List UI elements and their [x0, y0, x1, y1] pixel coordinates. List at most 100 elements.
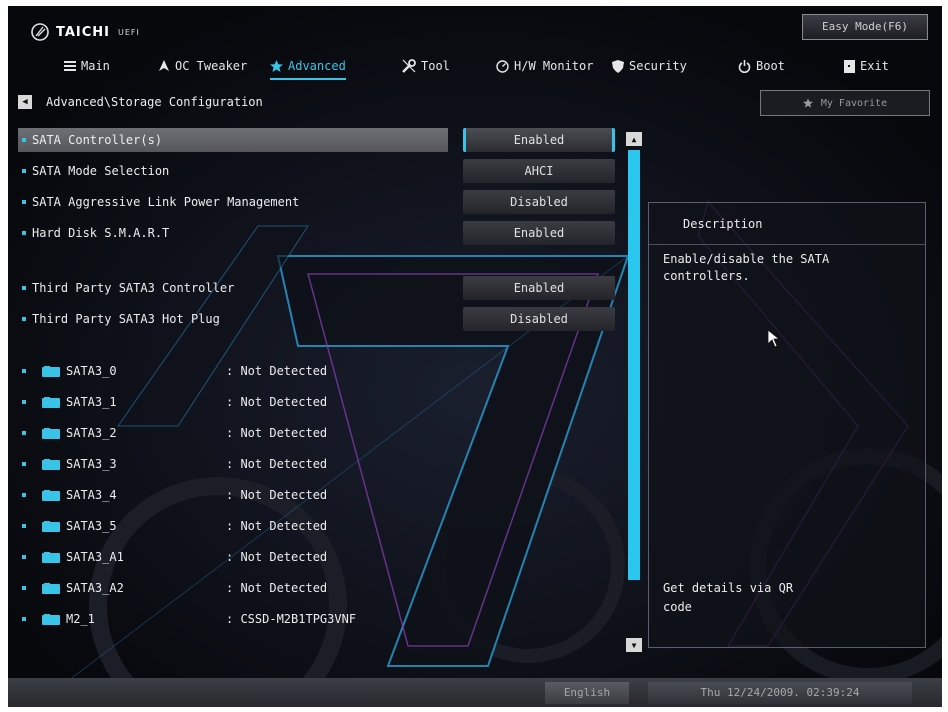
brand-logo: TAICHI UEFI	[30, 20, 140, 44]
drive-icon	[42, 582, 60, 594]
disk-name: SATA3_0	[66, 364, 117, 378]
disk-row: SATA3_3 : Not Detected	[18, 453, 518, 475]
bullet-icon	[22, 317, 26, 321]
tab-hw-monitor-label: H/W Monitor	[514, 59, 594, 73]
breadcrumb-path: Advanced\Storage Configuration	[46, 95, 263, 109]
qr-hint: Get details via QR code	[663, 581, 794, 614]
list-icon	[64, 61, 76, 71]
brand-suffix: UEFI	[118, 27, 140, 37]
monitor-gauge-icon	[496, 59, 509, 73]
description-title: Description	[649, 203, 925, 245]
tab-advanced-label: Advanced	[288, 59, 346, 73]
bullet-icon	[22, 586, 26, 590]
scroll-down-icon[interactable]: ▼	[626, 638, 642, 652]
disk-status: : CSSD-M2B1TPG3VNF	[226, 612, 357, 626]
description-text: Enable/disable the SATA controllers.	[663, 252, 830, 283]
bullet-icon	[22, 493, 26, 497]
language-button[interactable]: English	[545, 682, 629, 704]
sata-controllers-value[interactable]: Enabled	[463, 128, 615, 152]
sata-mode-value[interactable]: AHCI	[463, 159, 615, 183]
disk-row: SATA3_1 : Not Detected	[18, 391, 518, 413]
disk-status: : Not Detected	[226, 488, 328, 502]
bullet-icon	[22, 138, 26, 142]
setting-label: Third Party SATA3 Controller	[32, 281, 235, 295]
setting-label: Hard Disk S.M.A.R.T	[32, 226, 170, 240]
setting-sata-controllers[interactable]: SATA Controller(s)	[18, 128, 448, 152]
tab-exit-label: Exit	[860, 59, 889, 73]
disk-row: SATA3_A1 : Not Detected	[18, 546, 518, 568]
disk-name: SATA3_5	[66, 519, 117, 533]
tab-main-label: Main	[81, 59, 110, 73]
setting-hard-disk-smart[interactable]: Hard Disk S.M.A.R.T	[18, 221, 448, 245]
tool-icon	[402, 59, 416, 73]
drive-icon	[42, 551, 60, 563]
shield-icon	[612, 59, 624, 73]
disk-status: : Not Detected	[226, 395, 328, 409]
tab-security-label: Security	[629, 59, 687, 73]
disk-status: : Not Detected	[226, 519, 328, 533]
setting-sata-mode[interactable]: SATA Mode Selection	[18, 159, 448, 183]
disk-row: SATA3_5 : Not Detected	[18, 515, 518, 537]
my-favorite-label: My Favorite	[820, 97, 888, 109]
star-icon	[270, 60, 283, 72]
disk-status: : Not Detected	[226, 581, 328, 595]
drive-icon	[42, 458, 60, 470]
bullet-icon	[22, 286, 26, 290]
scrollbar[interactable]: ▲ ▼	[626, 132, 642, 652]
disk-row: SATA3_4 : Not Detected	[18, 484, 518, 506]
main-nav: Main OC Tweaker Advanced Tool H/W Monito…	[8, 54, 942, 80]
setting-third-party-sata3-controller[interactable]: Third Party SATA3 Controller	[18, 276, 448, 300]
star-icon	[802, 98, 813, 108]
disk-row: SATA3_0 : Not Detected	[18, 360, 518, 382]
setting-label: SATA Aggressive Link Power Management	[32, 195, 300, 209]
description-panel: Description Enable/disable the SATA cont…	[648, 202, 926, 648]
drive-icon	[42, 489, 60, 501]
power-icon	[738, 59, 751, 73]
tab-security[interactable]: Security	[612, 54, 687, 78]
bullet-icon	[22, 617, 26, 621]
status-bar: English Thu 12/24/2009. 02:39:24	[8, 678, 942, 707]
disk-status: : Not Detected	[226, 426, 328, 440]
my-favorite-button[interactable]: My Favorite	[760, 90, 930, 116]
rocket-icon	[159, 60, 169, 71]
tab-main[interactable]: Main	[64, 54, 110, 78]
mouse-cursor-icon	[768, 330, 780, 348]
tab-hw-monitor[interactable]: H/W Monitor	[496, 54, 593, 78]
third-party-sata3-hot-plug-value[interactable]: Disabled	[463, 307, 615, 331]
tab-advanced[interactable]: Advanced	[270, 54, 346, 80]
drive-icon	[42, 365, 60, 377]
exit-icon	[844, 59, 855, 73]
tab-boot-label: Boot	[756, 59, 785, 73]
tab-tool[interactable]: Tool	[402, 54, 450, 78]
disk-status: : Not Detected	[226, 550, 328, 564]
hard-disk-smart-value[interactable]: Enabled	[463, 221, 615, 245]
bios-screen: TAICHI UEFI Easy Mode(F6) Main OC Tweake…	[8, 6, 942, 707]
tab-exit[interactable]: Exit	[844, 54, 889, 78]
tab-oc-tweaker[interactable]: OC Tweaker	[158, 54, 247, 78]
disk-name: SATA3_A2	[66, 581, 124, 595]
bullet-icon	[22, 400, 26, 404]
setting-label: Third Party SATA3 Hot Plug	[32, 312, 220, 326]
aggressive-link-power-value[interactable]: Disabled	[463, 190, 615, 214]
drive-icon	[42, 520, 60, 532]
disk-row: SATA3_2 : Not Detected	[18, 422, 518, 444]
back-arrow-icon[interactable]: ◀	[18, 95, 32, 109]
tab-tool-label: Tool	[421, 59, 450, 73]
disk-name: M2_1	[66, 612, 95, 626]
tab-boot[interactable]: Boot	[738, 54, 785, 78]
setting-aggressive-link-power[interactable]: SATA Aggressive Link Power Management	[18, 190, 448, 214]
drive-icon	[42, 427, 60, 439]
scroll-thumb[interactable]	[628, 150, 640, 580]
easy-mode-button[interactable]: Easy Mode(F6)	[802, 14, 928, 40]
setting-third-party-sata3-hot-plug[interactable]: Third Party SATA3 Hot Plug	[18, 307, 448, 331]
drive-icon	[42, 396, 60, 408]
bullet-icon	[22, 169, 26, 173]
disk-name: SATA3_2	[66, 426, 117, 440]
third-party-sata3-controller-value[interactable]: Enabled	[463, 276, 615, 300]
scroll-up-icon[interactable]: ▲	[626, 132, 642, 146]
bullet-icon	[22, 231, 26, 235]
disk-name: SATA3_A1	[66, 550, 124, 564]
disk-name: SATA3_1	[66, 395, 117, 409]
taichi-logo-icon	[31, 23, 49, 41]
datetime-display: Thu 12/24/2009. 02:39:24	[648, 682, 912, 704]
